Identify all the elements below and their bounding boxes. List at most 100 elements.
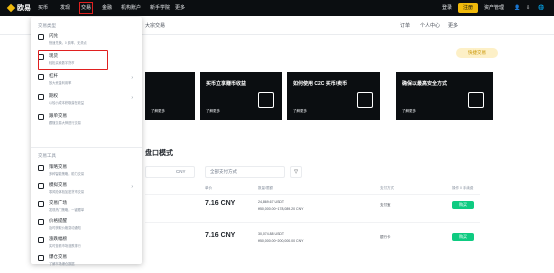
download-icon[interactable]: ⇩ xyxy=(526,4,530,12)
dropdown-section-trade-types: 交易类型 xyxy=(38,23,56,28)
row-amount: 30,074.88 USDT xyxy=(258,232,285,236)
menu-item-price-alert[interactable]: 价格提醒 及时获取价格变动通知 xyxy=(38,217,135,237)
row-limit: ¥50,000.00~178,089.20 CNY xyxy=(258,207,304,211)
menu-item-desc: 零风险体验加密货币交易 xyxy=(49,190,85,194)
row-price: 7.16 CNY xyxy=(205,232,236,239)
banner-more-link[interactable]: 了解更多 xyxy=(206,109,220,114)
banner-title: 买币立享赚币收益 xyxy=(206,81,247,87)
nav-learn[interactable]: 新手学院 xyxy=(150,4,170,12)
menu-item-plaza[interactable]: 交易广场 发现热门策略，一键跟单 xyxy=(38,199,135,219)
banner-more-link[interactable]: 了解更多 xyxy=(293,109,307,114)
menu-item-strategy[interactable]: 策略交易 多种智能策略，助力交易 xyxy=(38,163,135,183)
subnav-orders[interactable]: 订单 xyxy=(400,22,410,29)
menu-item-title: 模拟交易 xyxy=(49,182,67,187)
nav-more[interactable]: 更多 xyxy=(175,4,185,12)
nav-buy-crypto[interactable]: 买币 xyxy=(38,4,48,12)
menu-item-title: 涨跌幅榜 xyxy=(49,236,67,241)
liquidation-icon xyxy=(38,255,44,261)
menu-item-desc: 及时获取价格变动通知 xyxy=(49,226,81,230)
login-link[interactable]: 登录 xyxy=(442,4,452,12)
filter-icon[interactable]: ▽ xyxy=(290,166,302,178)
menu-item-title: 杠杆 xyxy=(49,73,58,78)
promo-banner-2[interactable]: 买币立享赚币收益 了解更多 xyxy=(200,72,282,120)
strategy-icon xyxy=(38,165,44,171)
buy-button[interactable]: 购买 xyxy=(452,201,474,209)
logo-mark-icon xyxy=(6,3,16,13)
menu-item-liquidation[interactable]: 爆仓交易 了解市场爆仓数据 xyxy=(38,253,135,273)
payment-method-select[interactable]: 全部支付方式 xyxy=(205,166,285,178)
menu-item-copy-trading[interactable]: 跟单交易 跟随交易大神进行交易 xyxy=(38,112,135,132)
row-amount: 24,869.67 USDT xyxy=(258,200,285,204)
row-price: 7.16 CNY xyxy=(205,200,236,207)
subnav-block-trade[interactable]: 大宗交易 xyxy=(145,22,165,29)
banner-more-link[interactable]: 了解更多 xyxy=(402,109,416,114)
subnav-profile[interactable]: 个人中心 xyxy=(420,22,440,29)
brand-logo[interactable]: 欧易 xyxy=(6,3,31,13)
payment-placeholder: 全部支付方式 xyxy=(210,169,237,174)
row-payment: 支付宝 xyxy=(380,203,391,207)
spot-item-highlight xyxy=(38,50,108,70)
menu-item-demo[interactable]: 模拟交易 零风险体验加密货币交易 › xyxy=(38,181,135,201)
nav-finance[interactable]: 金融 xyxy=(102,4,112,12)
menu-item-desc: 以较小成本获取潜在收益 xyxy=(49,101,85,105)
menu-item-title: 价格提醒 xyxy=(49,218,67,223)
quick-trade-pill[interactable]: 快捷交易 xyxy=(456,48,498,58)
menu-item-title: 交易广场 xyxy=(49,200,67,205)
chevron-right-icon: › xyxy=(131,95,133,101)
table-divider xyxy=(145,222,480,223)
menu-item-desc: 快速兑换，0 费率，无滑点 xyxy=(49,41,87,45)
menu-item-desc: 多种智能策略，助力交易 xyxy=(49,172,85,176)
subnav-more[interactable]: 更多 xyxy=(448,22,458,29)
menu-item-desc: 放大资金利用率 xyxy=(49,81,72,85)
top-navbar: 欧易 买币 发现 交易 金融 机构账户 新手学院 更多 登录 注册 资产管理 👤… xyxy=(0,0,554,16)
col-action: 操作 0 手续费 xyxy=(452,186,474,190)
asset-manager-link[interactable]: 资产管理 xyxy=(484,4,504,12)
menu-item-title: 策略交易 xyxy=(49,164,67,169)
menu-item-title: 跟单交易 xyxy=(49,113,67,118)
menu-item-margin[interactable]: 杠杆 放大资金利用率 › xyxy=(38,72,135,92)
options-icon xyxy=(38,94,44,100)
globe-icon[interactable]: 🌐 xyxy=(538,4,544,12)
menu-item-options[interactable]: 期权 以较小成本获取潜在收益 › xyxy=(38,92,135,112)
section-title: 盘口模式 xyxy=(145,150,173,157)
banner-title: 确保以最高安全方式 xyxy=(402,81,448,87)
nav-discover[interactable]: 发现 xyxy=(60,4,70,12)
logo-text: 欧易 xyxy=(17,5,31,12)
menu-item-title: 期权 xyxy=(49,93,58,98)
menu-item-desc: 发现热门策略，一键跟单 xyxy=(49,208,85,212)
currency-value: CNY xyxy=(176,169,186,174)
ranking-icon xyxy=(38,237,44,243)
plaza-icon xyxy=(38,201,44,207)
promo-banner-1[interactable]: 了解更多 xyxy=(145,72,195,120)
dropdown-section-trade-tools: 交易工具 xyxy=(38,153,56,158)
wallet-icon xyxy=(357,92,373,108)
menu-item-convert[interactable]: 闪兑 快速兑换，0 费率，无滑点 xyxy=(38,32,135,52)
trade-dropdown-menu: 交易类型 闪兑 快速兑换，0 费率，无滑点 现货 轻松买卖数字货币 杠杆 放大资… xyxy=(31,17,142,266)
copy-trading-icon xyxy=(38,114,44,120)
col-price: 单价 xyxy=(205,186,212,190)
menu-item-title: 闪兑 xyxy=(49,33,58,38)
row-limit: ¥50,000.00~200,000.00 CNY xyxy=(258,239,304,243)
currency-select[interactable]: CNY xyxy=(145,166,195,178)
nav-institutional[interactable]: 机构账户 xyxy=(121,4,141,12)
table-divider xyxy=(145,194,480,195)
banner-title: 如何使用 C2C 买币/卖币 xyxy=(293,81,348,87)
col-payment: 支付方式 xyxy=(380,186,394,190)
user-icon[interactable]: 👤 xyxy=(514,4,520,12)
menu-item-ranking[interactable]: 涨跌幅榜 实时查看市场涨跌排行 xyxy=(38,235,135,255)
row-payment: 银行卡 xyxy=(380,235,391,239)
coin-icon xyxy=(258,92,274,108)
banner-more-link[interactable]: 了解更多 xyxy=(151,109,165,114)
menu-item-desc: 实时查看市场涨跌排行 xyxy=(49,244,81,248)
register-button[interactable]: 注册 xyxy=(458,3,479,13)
dropdown-divider xyxy=(31,147,142,148)
buy-button[interactable]: 购买 xyxy=(452,233,474,241)
demo-icon xyxy=(38,183,44,189)
promo-banner-3[interactable]: 如何使用 C2C 买币/卖币 了解更多 xyxy=(287,72,380,120)
chevron-right-icon: › xyxy=(131,184,133,190)
bell-icon xyxy=(38,219,44,225)
menu-item-desc: 跟随交易大神进行交易 xyxy=(49,121,81,125)
nav-trade[interactable]: 交易 xyxy=(78,2,94,14)
promo-banner-4[interactable]: 确保以最高安全方式 了解更多 xyxy=(396,72,493,120)
margin-icon xyxy=(38,74,44,80)
